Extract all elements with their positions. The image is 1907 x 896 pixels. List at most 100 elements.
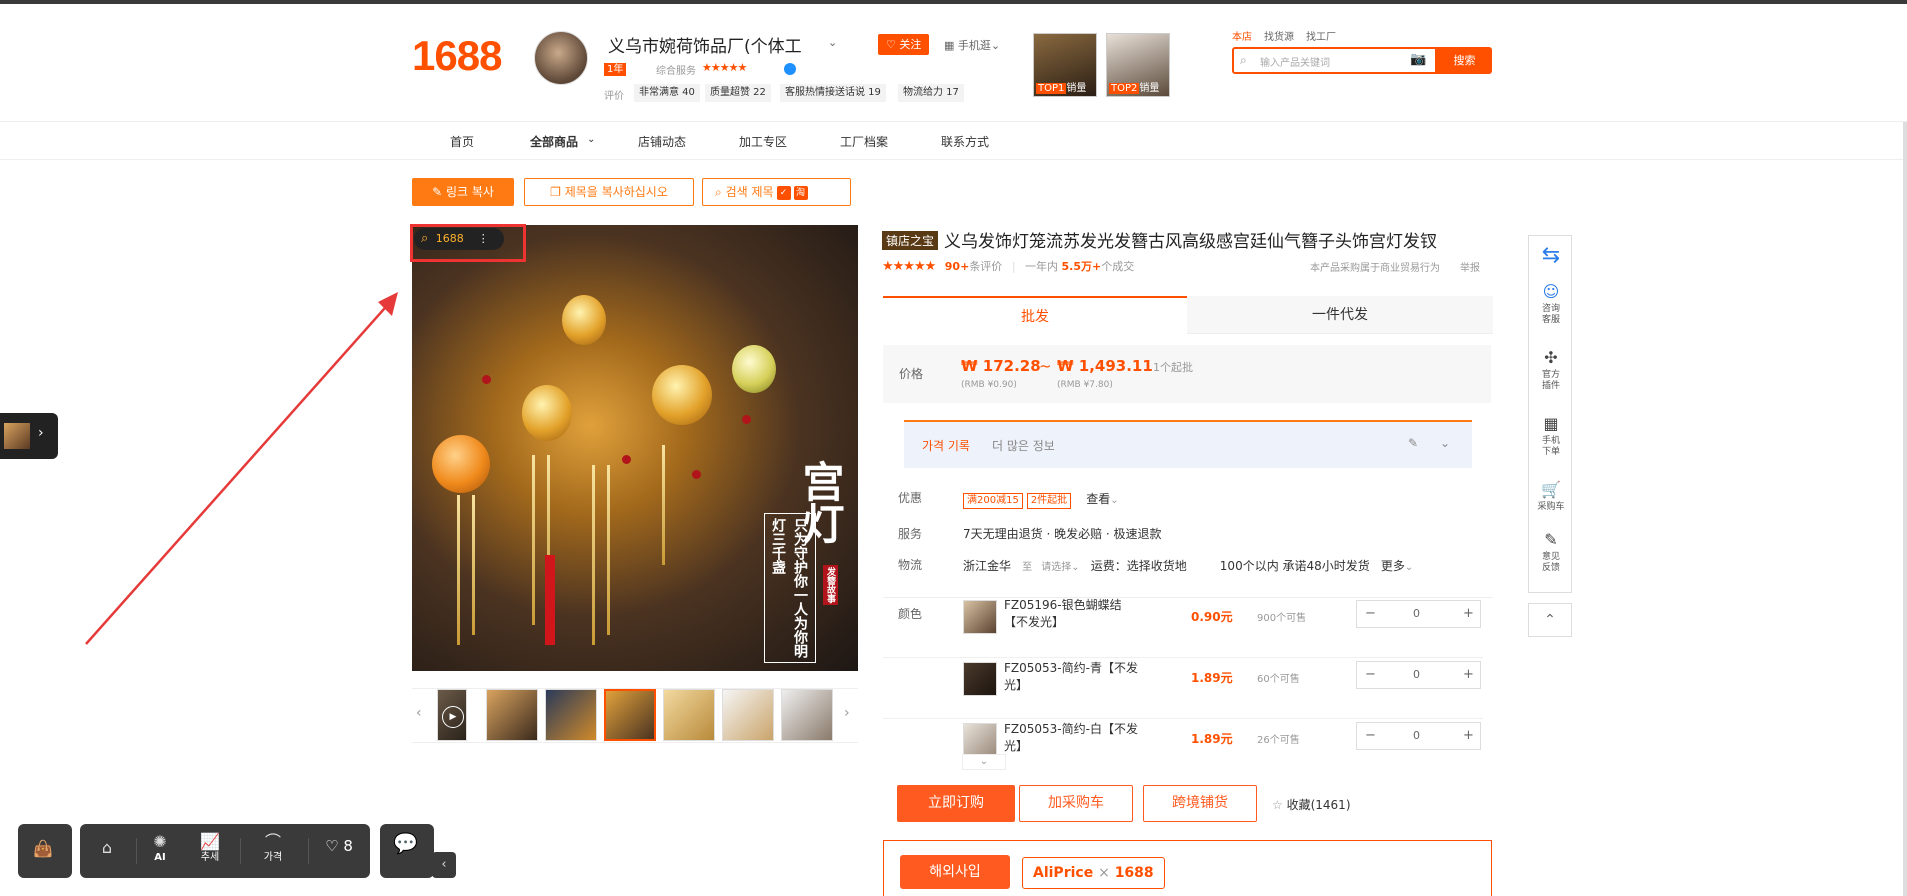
sku-name: FZ05053-简约-青【不发光】 <box>1004 661 1138 692</box>
site-logo[interactable]: 1688 <box>412 32 502 80</box>
search-tab-shop[interactable]: 本店 <box>1232 32 1252 43</box>
buy-now-button[interactable]: 立即订购 <box>897 785 1015 822</box>
overseas-button[interactable]: 해외사입 <box>900 855 1010 889</box>
trend-button[interactable]: 📈 추세 <box>192 832 228 864</box>
price-history-bar[interactable]: 가격 기록 더 많은 정보 ✎ ⌄ <box>904 420 1472 468</box>
video-thumbnail[interactable]: ▶ <box>437 689 467 741</box>
thumbnail[interactable] <box>781 689 833 741</box>
review-count[interactable]: 90+ <box>945 260 970 273</box>
times-label: × <box>1098 865 1110 881</box>
sku-image[interactable] <box>963 600 997 634</box>
camera-icon[interactable]: 📷 <box>1410 52 1426 67</box>
chevron-right-icon[interactable]: › <box>844 705 850 721</box>
tab-dropship[interactable]: 一件代发 <box>1187 296 1493 334</box>
link-icon: ✎ <box>432 185 443 199</box>
side-panel: ⇆ ☺ 咨询客服 ✣ 官方插件 ▦ 手机下单 🛒 采购车 ✎ 意见反馈 <box>1528 235 1572 593</box>
sku-name: FZ05196-银色蝴蝶结【不发光】 <box>1004 598 1122 629</box>
favorites-button[interactable]: ♡ 8 <box>316 839 362 854</box>
nav-factory[interactable]: 工厂档案 <box>840 133 888 150</box>
search-title-button[interactable]: ⌕ 검색 제목 ✓ 淘 <box>702 178 851 206</box>
side-item-service[interactable]: ☺ 咨询客服 <box>1529 282 1573 326</box>
title-copy-button[interactable]: ❐ 제목을 복사하십시오 <box>524 178 694 206</box>
link-copy-label: 링크 복사 <box>445 185 494 199</box>
side-item-plugin[interactable]: ✣ 官方插件 <box>1529 348 1573 392</box>
nav-dynamics[interactable]: 店铺动态 <box>638 133 686 150</box>
ai-button[interactable]: ✺ AI <box>142 832 178 864</box>
chevron-down-icon[interactable]: ⌄ <box>828 36 837 49</box>
side-item-feedback[interactable]: ✎ 意见反馈 <box>1529 530 1573 574</box>
lantern-shape <box>652 365 712 425</box>
poem-box: 只为守护你一人为你明灯三千盏 <box>764 513 816 663</box>
aliprice-badge[interactable]: AliPrice × 1688 <box>1022 857 1165 889</box>
minus-button[interactable]: − <box>1365 606 1376 621</box>
service-value[interactable]: 7天无理由退货 · 晚发必赔 · 极速退款 <box>963 525 1162 542</box>
thumbnail[interactable] <box>663 689 715 741</box>
tassel <box>472 495 475 635</box>
chevron-down-icon: ⌄ <box>1110 495 1119 506</box>
collapse-dock-button[interactable]: ‹ <box>432 852 456 878</box>
price-button[interactable]: ⌒ 가격 <box>246 832 300 864</box>
chat-button[interactable]: 💬 <box>380 824 434 878</box>
side-item-mobile[interactable]: ▦ 手机下单 <box>1529 414 1573 458</box>
product-main-image[interactable]: 宫灯 只为守护你一人为你明灯三千盏 发簪故事 <box>412 225 858 671</box>
back-to-top-button[interactable]: ⌃ <box>1528 603 1572 637</box>
logistics-more[interactable]: 更多 <box>1381 559 1405 573</box>
quantity-value[interactable]: 0 <box>1413 668 1420 681</box>
minus-button[interactable]: − <box>1365 728 1376 743</box>
search-tab-factory[interactable]: 找工厂 <box>1306 32 1336 43</box>
divider <box>308 838 309 864</box>
chevron-down-icon[interactable]: ⌄ <box>1440 436 1450 450</box>
tab-wholesale[interactable]: 批发 <box>883 296 1187 334</box>
shop-header: 1688 义乌市婉荷饰品厂(个体工 ⌄ ♡ 关注 ▦ 手机逛⌄ 1年 综合服务 … <box>0 4 1907 122</box>
plus-button[interactable]: + <box>1463 667 1474 682</box>
top2-product[interactable]: TOP2 销量 <box>1106 33 1170 97</box>
dock-bag[interactable]: 👜 <box>18 824 72 878</box>
mobile-link[interactable]: ▦ 手机逛⌄ <box>944 37 1000 53</box>
search-input[interactable]: ⌕ 输入产品关键词 📷 <box>1232 47 1437 74</box>
thumbnail[interactable] <box>486 689 538 741</box>
translate-button[interactable]: ⇆ <box>1529 240 1573 274</box>
minus-button[interactable]: − <box>1365 667 1376 682</box>
quantity-value[interactable]: 0 <box>1413 729 1420 742</box>
home-icon[interactable]: ⌂ <box>92 838 122 858</box>
nav-contact[interactable]: 联系方式 <box>941 133 989 150</box>
logistics-destination-select[interactable]: 请选择 <box>1041 562 1071 573</box>
report-link[interactable]: 举报 <box>1460 263 1480 274</box>
nav-processing[interactable]: 加工专区 <box>739 133 787 150</box>
favorite-button[interactable]: ☆ 收藏(1461) <box>1272 796 1351 813</box>
thumbnail-active[interactable] <box>604 689 656 741</box>
chevron-left-icon[interactable]: ‹ <box>416 705 422 721</box>
side-item-cart[interactable]: 🛒 采购车 <box>1529 480 1573 513</box>
search-button[interactable]: 搜索 <box>1437 47 1492 74</box>
plus-button[interactable]: + <box>1463 606 1474 621</box>
chevron-down-icon: ⌄ <box>1071 562 1080 573</box>
shop-name[interactable]: 义乌市婉荷饰品厂(个体工 <box>608 32 802 57</box>
divider <box>240 838 241 864</box>
plus-button[interactable]: + <box>1463 728 1474 743</box>
sku-image[interactable] <box>963 723 997 757</box>
overseas-box: 해외사입 AliPrice × 1688 <box>883 840 1492 896</box>
sku-image[interactable] <box>963 662 997 696</box>
edit-icon[interactable]: ✎ <box>1408 436 1418 450</box>
nav-home[interactable]: 首页 <box>450 133 474 150</box>
add-cart-button[interactable]: 加采购车 <box>1019 785 1133 822</box>
floating-product-thumb[interactable]: › <box>0 413 58 459</box>
search-tab-source[interactable]: 找货源 <box>1264 32 1294 43</box>
promo-view[interactable]: 查看 <box>1086 492 1110 506</box>
thumbnail[interactable] <box>722 689 774 741</box>
shop-avatar[interactable] <box>534 31 588 85</box>
expand-skus-button[interactable]: ⌄ <box>962 754 1006 770</box>
top1-product[interactable]: TOP1 销量 <box>1033 33 1097 97</box>
price-history-title[interactable]: 가격 기록 <box>922 437 970 454</box>
follow-button[interactable]: ♡ 关注 <box>878 34 930 55</box>
cross-border-button[interactable]: 跨境铺货 <box>1143 785 1257 822</box>
thumbnail[interactable] <box>545 689 597 741</box>
promo-label: 优惠 <box>898 491 923 505</box>
price-history-more[interactable]: 더 많은 정보 <box>992 437 1055 454</box>
page-scrollbar[interactable] <box>1903 122 1907 896</box>
quantity-value[interactable]: 0 <box>1413 607 1420 620</box>
link-copy-button[interactable]: ✎ 링크 복사 <box>412 178 514 206</box>
nav-all-products[interactable]: 全部商品 <box>530 133 578 150</box>
search-icon: ⌕ <box>715 185 722 199</box>
side-item-label: 意见反馈 <box>1541 552 1560 573</box>
